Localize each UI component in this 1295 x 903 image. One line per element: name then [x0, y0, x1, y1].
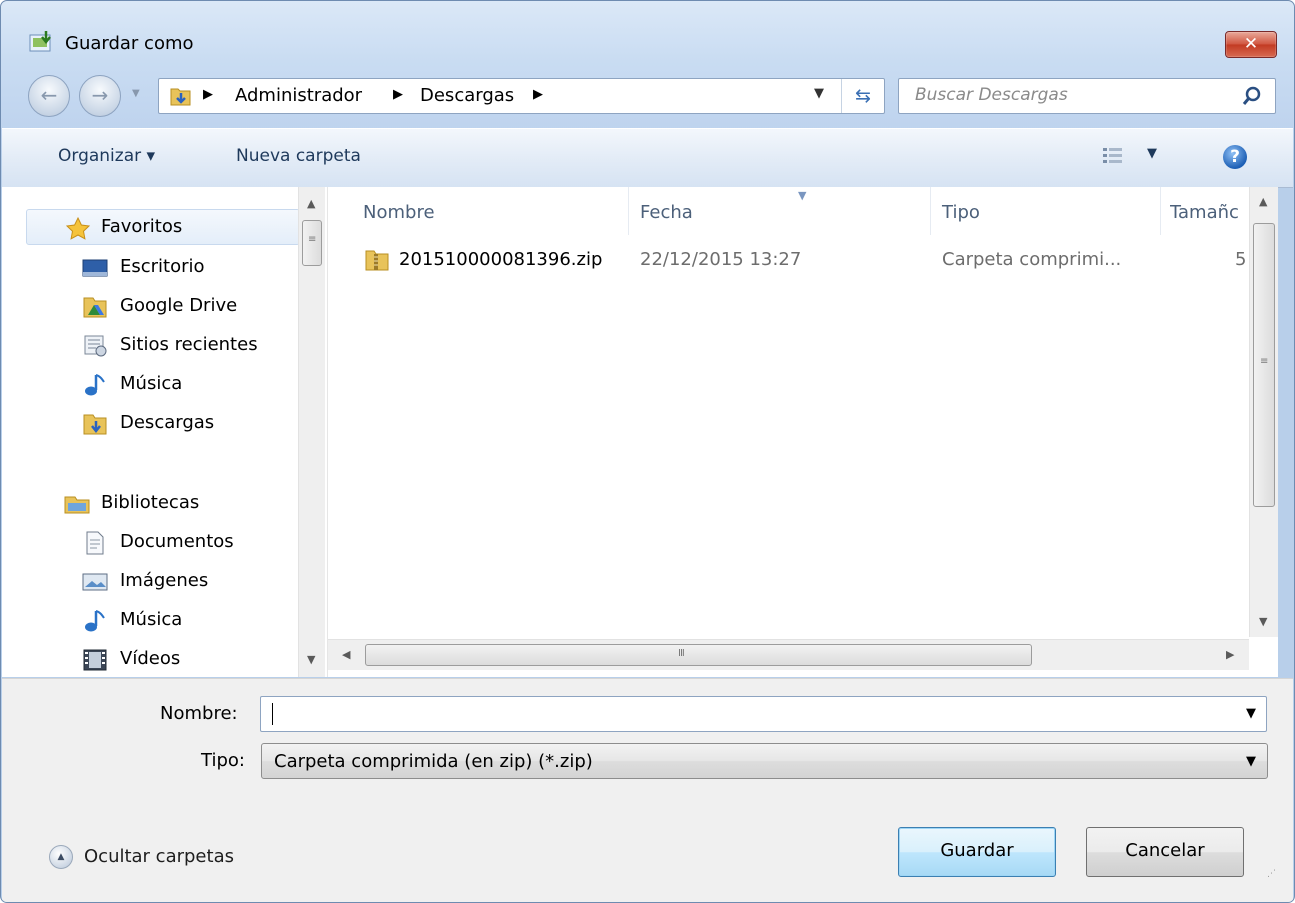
videos-icon: [83, 649, 107, 671]
column-divider[interactable]: [930, 187, 931, 235]
save-button[interactable]: Guardar: [898, 827, 1056, 877]
file-list-vertical-scrollbar[interactable]: ▲ ≡ ▼: [1249, 187, 1278, 637]
sidebar-item-label: Sitios recientes: [120, 334, 258, 355]
scroll-up-icon[interactable]: ▲: [307, 197, 315, 210]
sidebar-item-label: Música: [120, 609, 183, 630]
sidebar-item-label: Favoritos: [101, 216, 183, 237]
breadcrumb-separator-icon[interactable]: ▶: [533, 87, 543, 102]
search-icon[interactable]: [1241, 85, 1263, 107]
file-list-horizontal-scrollbar[interactable]: ◀ III ▶: [328, 639, 1249, 670]
sidebar-item-label: Imágenes: [120, 570, 209, 591]
pictures-icon: [82, 573, 108, 591]
forward-button[interactable]: →: [79, 75, 121, 117]
scrollbar-thumb[interactable]: ≡: [302, 220, 322, 266]
google-drive-folder-icon: [83, 297, 107, 318]
search-box[interactable]: Buscar Descargas: [898, 78, 1276, 114]
new-folder-button[interactable]: Nueva carpeta: [236, 146, 361, 166]
resize-grip-icon[interactable]: ⋰: [1267, 869, 1276, 879]
file-name: 201510000081396.zip: [399, 249, 603, 270]
recent-pages-dropdown-icon[interactable]: ▼: [132, 88, 140, 99]
sidebar-item-label: Música: [120, 373, 183, 394]
file-type-label: Tipo:: [201, 750, 245, 771]
navigation-pane-scrollbar[interactable]: ▲ ≡ ▼: [298, 187, 325, 677]
scroll-right-icon[interactable]: ▶: [1226, 648, 1234, 661]
folder-download-icon: [170, 88, 191, 106]
file-type-dropdown-icon[interactable]: ▼: [1246, 754, 1256, 769]
zip-folder-icon: [365, 250, 389, 271]
grip-icon: ≡: [308, 234, 316, 245]
address-bar[interactable]: ▶ Administrador ▶ Descargas ▶ ▼ ⇆: [158, 78, 885, 114]
scrollbar-thumb[interactable]: ≡: [1253, 223, 1275, 507]
star-icon: [65, 216, 91, 240]
file-size: 5: [1235, 249, 1247, 270]
cancel-button[interactable]: Cancelar: [1086, 827, 1244, 877]
file-name-field[interactable]: [260, 696, 1267, 732]
music-note-icon: [85, 610, 105, 632]
grip-icon: ≡: [1260, 356, 1268, 367]
sidebar-item-label: Vídeos: [120, 648, 181, 669]
downloads-folder-icon: [83, 414, 107, 435]
help-button[interactable]: ?: [1223, 145, 1247, 169]
music-note-icon: [85, 374, 105, 396]
libraries-icon: [64, 496, 90, 514]
forward-arrow-icon: →: [91, 83, 109, 107]
breadcrumb-administrador[interactable]: Administrador: [235, 85, 362, 106]
column-divider[interactable]: [1160, 187, 1161, 235]
hide-folders-button[interactable]: Ocultar carpetas: [84, 846, 234, 867]
table-row[interactable]: 201510000081396.zip 22/12/2015 13:27 Car…: [328, 243, 1268, 275]
sidebar-item-label: Bibliotecas: [101, 492, 200, 513]
address-history-dropdown-icon[interactable]: ▼: [814, 86, 824, 101]
breadcrumb-separator-icon[interactable]: ▶: [393, 87, 403, 102]
views-dropdown-icon[interactable]: ▼: [1147, 146, 1157, 161]
back-button[interactable]: ←: [28, 75, 70, 117]
save-as-dialog: Guardar como ✕ ← → ▼ ▶ Administrador ▶ D…: [0, 0, 1295, 903]
search-input[interactable]: Buscar Descargas: [915, 85, 1068, 105]
hide-folders-toggle-icon[interactable]: ▲: [49, 845, 73, 869]
breadcrumb-descargas[interactable]: Descargas: [420, 85, 514, 106]
scroll-up-icon[interactable]: ▲: [1259, 195, 1267, 208]
scroll-down-icon[interactable]: ▼: [1259, 615, 1267, 628]
scroll-down-icon[interactable]: ▼: [307, 653, 315, 666]
column-header-size[interactable]: Tamañc: [1170, 202, 1248, 223]
scrollbar-thumb[interactable]: III: [365, 644, 1032, 666]
sidebar-item-label: Descargas: [120, 412, 215, 433]
file-type: Carpeta comprimi...: [942, 249, 1122, 270]
file-list-pane: ▼ Nombre Fecha Tipo Tamañc 2015100000813…: [327, 187, 1278, 677]
desktop-icon: [82, 259, 108, 277]
window-title: Guardar como: [65, 33, 194, 54]
sidebar-item-label: Google Drive: [120, 295, 238, 316]
refresh-icon: ⇆: [855, 85, 871, 107]
file-type-select[interactable]: Carpeta comprimida (en zip) (*.zip) ▼: [261, 743, 1268, 779]
back-arrow-icon: ←: [40, 83, 58, 107]
organize-menu[interactable]: Organizar ▾: [58, 146, 155, 166]
file-type-value: Carpeta comprimida (en zip) (*.zip): [274, 751, 593, 772]
scroll-left-icon[interactable]: ◀: [342, 648, 350, 661]
navigation-pane: Favoritos Escritorio Google Drive Sitios…: [2, 187, 327, 677]
column-header-name[interactable]: Nombre: [363, 202, 435, 223]
save-dialog-icon: [29, 31, 51, 52]
file-name-dropdown-icon[interactable]: ▼: [1246, 706, 1256, 721]
command-toolbar: Organizar ▾ Nueva carpeta ▼ ?: [2, 128, 1293, 188]
column-header-date[interactable]: Fecha: [640, 202, 693, 223]
documents-icon: [86, 531, 104, 555]
text-caret: [272, 703, 273, 725]
sidebar-item-label: Documentos: [120, 531, 234, 552]
save-form: Nombre: ▼ Tipo: Carpeta comprimida (en z…: [2, 678, 1293, 902]
refresh-button[interactable]: ⇆: [841, 79, 884, 113]
sort-indicator-icon: ▼: [798, 189, 807, 202]
column-divider[interactable]: [628, 187, 629, 235]
title-bar[interactable]: Guardar como ✕: [1, 1, 1294, 75]
file-date: 22/12/2015 13:27: [640, 249, 802, 270]
column-header-type[interactable]: Tipo: [942, 202, 980, 223]
breadcrumb-separator-icon[interactable]: ▶: [203, 87, 213, 102]
sidebar-item-label: Escritorio: [120, 256, 205, 277]
views-icon[interactable]: [1102, 147, 1124, 165]
recent-places-icon: [84, 335, 107, 357]
file-name-label: Nombre:: [160, 703, 238, 724]
grip-icon: III: [678, 648, 685, 659]
close-button[interactable]: ✕: [1225, 31, 1277, 58]
